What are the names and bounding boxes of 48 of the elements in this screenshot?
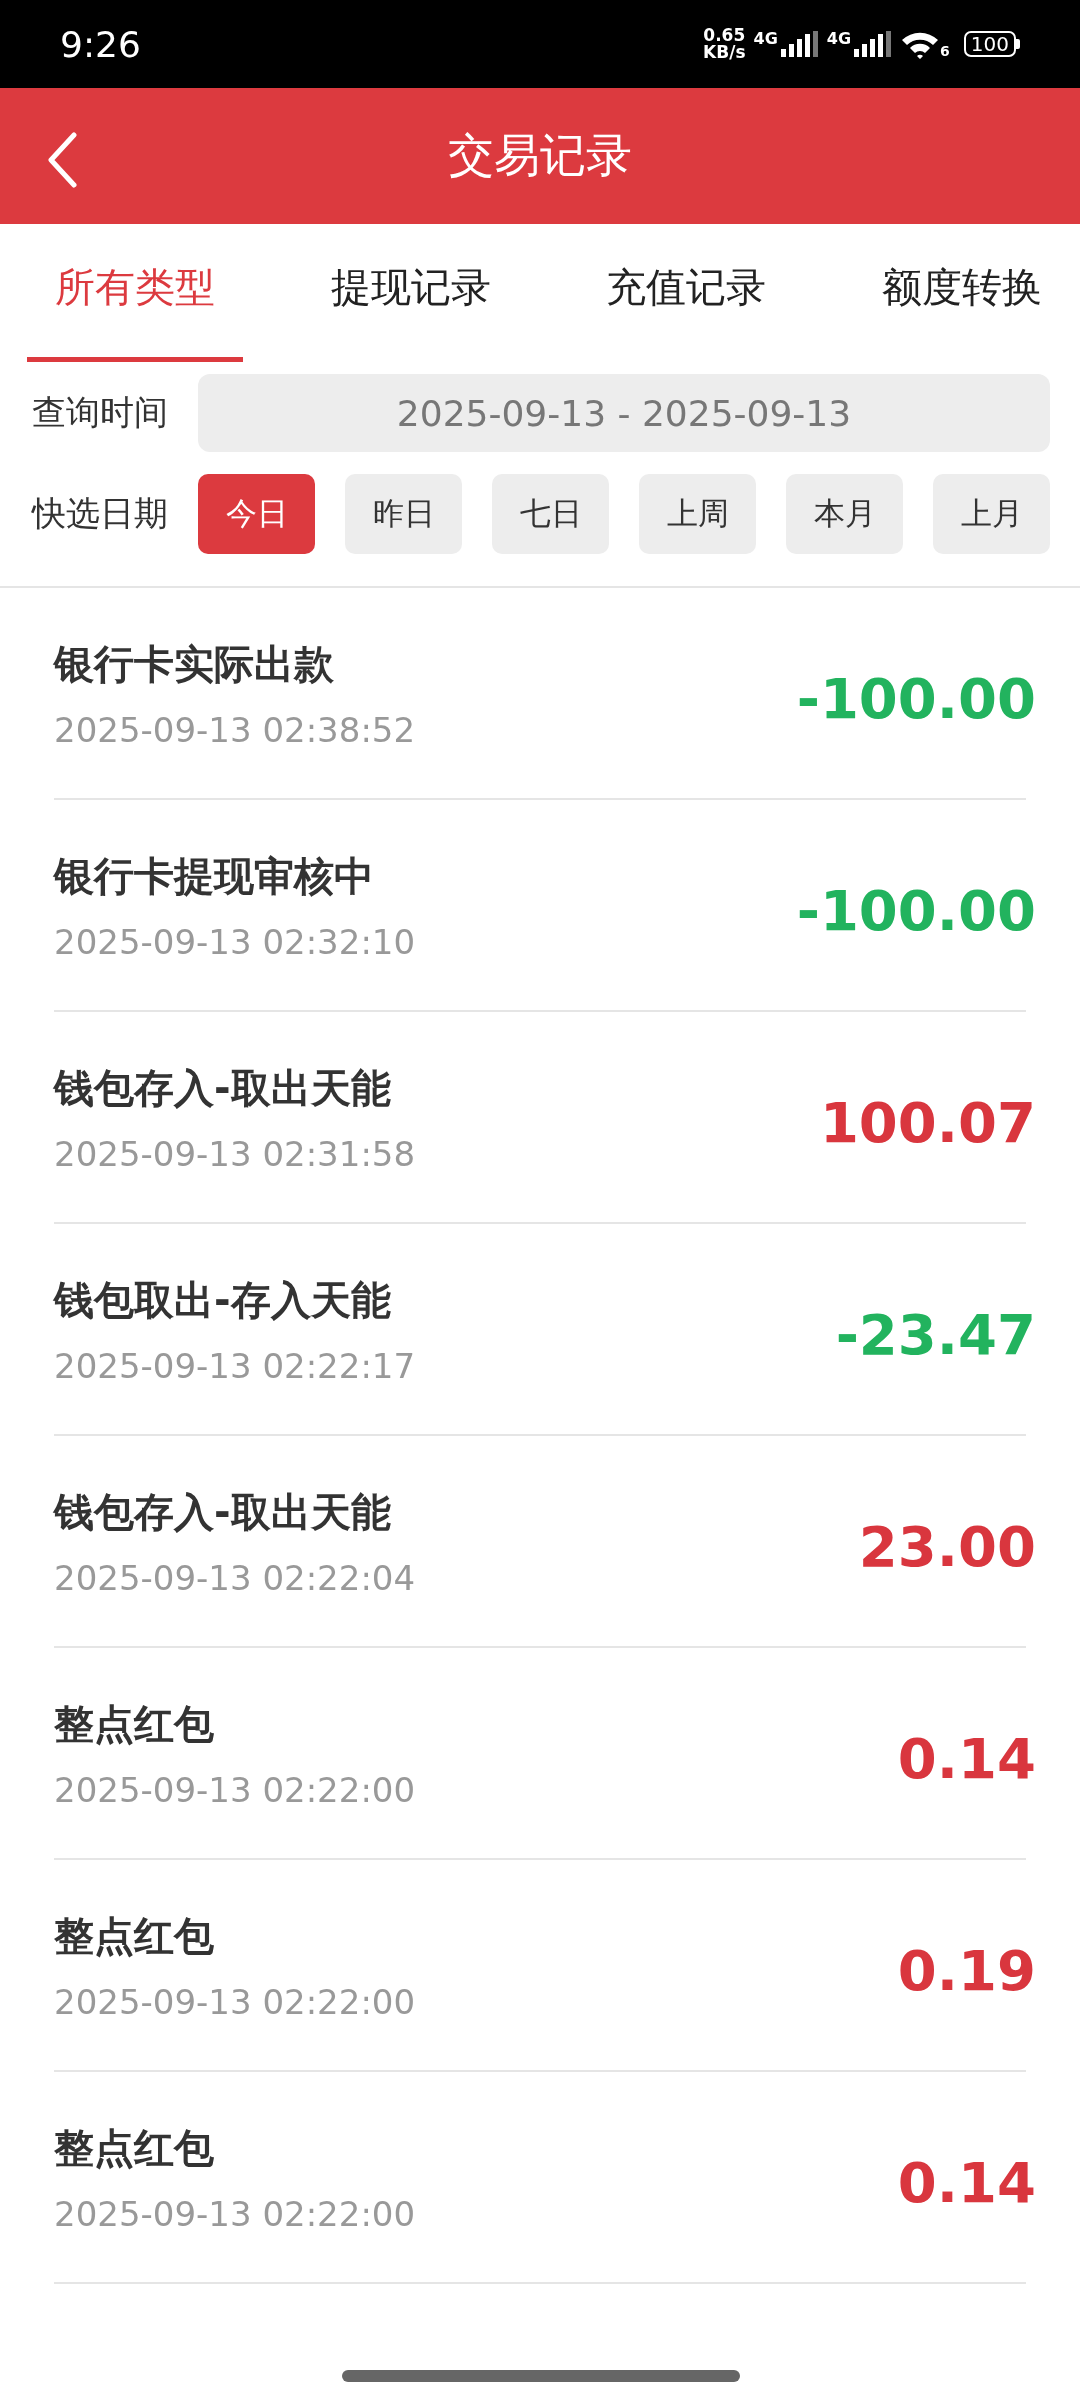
signal-icon (778, 31, 819, 57)
record-time: 2025-09-13 02:22:17 (54, 1345, 417, 1386)
record-amount: 0.14 (897, 1724, 1036, 1791)
query-label: 查询时间 (32, 391, 169, 434)
record-amount: 23.00 (858, 1512, 1036, 1579)
record-title: 整点红包 (54, 2123, 215, 2173)
network-speed: 0.65 (703, 27, 746, 44)
record-time: 2025-09-13 02:22:04 (54, 1557, 417, 1598)
record-time: 2025-09-13 02:22:00 (54, 2193, 417, 2234)
date-option-button[interactable]: 本月 (786, 474, 903, 554)
record-title: 整点红包 (54, 1911, 215, 1961)
back-icon (46, 132, 78, 188)
record-amount: 0.19 (897, 1936, 1036, 2003)
date-option-button[interactable]: 七日 (492, 474, 609, 554)
tab[interactable]: 额度转换 (853, 224, 1070, 362)
quick-date-label: 快选日期 (32, 492, 169, 535)
record-title: 整点红包 (54, 1699, 215, 1749)
record-title: 银行卡实际出款 (54, 639, 335, 689)
wifi-label: 6 (940, 43, 950, 59)
record-title: 银行卡提现审核中 (54, 851, 375, 901)
date-option-button[interactable]: 上周 (639, 474, 756, 554)
battery-level: 100 (963, 31, 1016, 57)
record-time: 2025-09-13 02:22:00 (54, 1981, 417, 2022)
network-type: 4G (826, 31, 852, 47)
record-title: 钱包存入-取出天能 (54, 1063, 392, 1113)
record-amount: -23.47 (835, 1300, 1036, 1367)
record-title: 钱包存入-取出天能 (54, 1487, 392, 1537)
date-range-field[interactable]: 2025-09-13 - 2025-09-13 (198, 374, 1050, 452)
clock-time: 9:26 (60, 23, 142, 65)
speed-unit: KB/s (703, 44, 746, 61)
record-time: 2025-09-13 02:22:00 (54, 1769, 417, 1810)
date-option-button[interactable]: 昨日 (345, 474, 462, 554)
record-time: 2025-09-13 02:32:10 (54, 921, 417, 962)
signal-icon (852, 31, 893, 57)
record-title: 钱包取出-存入天能 (54, 1275, 392, 1325)
network-type: 4G (753, 31, 778, 47)
record-amount: 100.07 (819, 1088, 1036, 1155)
tab[interactable]: 所有类型 (27, 224, 243, 362)
record-amount: 0.14 (897, 2148, 1036, 2215)
record-amount: -100.00 (796, 876, 1036, 943)
date-option-button[interactable]: 上月 (933, 474, 1050, 554)
tab[interactable]: 提现记录 (302, 224, 519, 362)
date-option-button[interactable]: 今日 (198, 474, 315, 554)
tab[interactable]: 充值记录 (578, 224, 795, 362)
record-amount: -100.00 (796, 664, 1036, 731)
record-time: 2025-09-13 02:31:58 (54, 1133, 417, 1174)
page-title: 交易记录 (448, 127, 632, 184)
record-time: 2025-09-13 02:38:52 (54, 709, 417, 750)
